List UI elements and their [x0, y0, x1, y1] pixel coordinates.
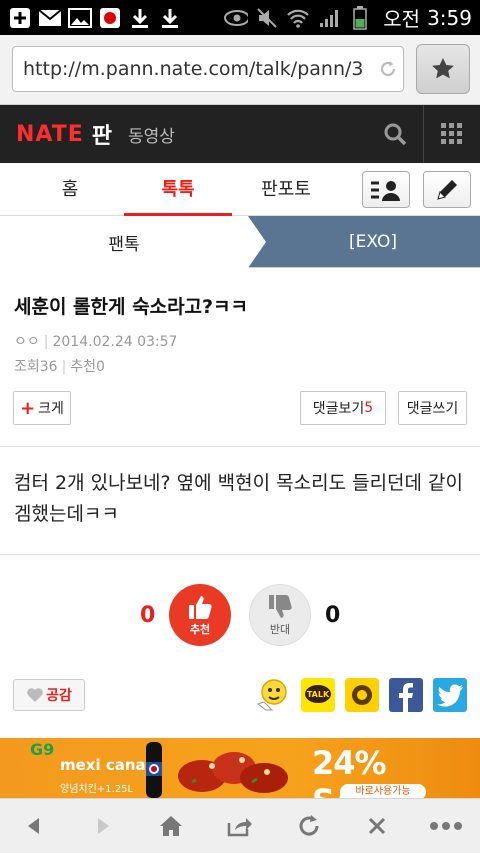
search-icon	[384, 123, 407, 146]
more-button[interactable]	[421, 804, 471, 849]
forward-button[interactable]	[78, 804, 128, 849]
browser-toolbar: http://m.pann.nate.com/talk/pann/3	[0, 35, 480, 105]
cola-bottle-image	[146, 742, 162, 798]
signal-icon	[317, 7, 341, 29]
post-body: 컴터 2개 있나보네? 옆에 백현이 목소리도 들리던데 같이 겜했는데ㅋㅋ	[14, 472, 464, 525]
nate-logo[interactable]: NATE	[16, 122, 84, 147]
pencil-icon	[437, 179, 457, 200]
status-bar: 오전 3:59	[0, 0, 480, 35]
forward-arrow-icon	[97, 818, 109, 834]
user-list-icon	[371, 180, 400, 201]
write-button[interactable]	[423, 171, 471, 208]
oppose-count: 0	[325, 603, 341, 628]
close-icon	[369, 817, 386, 835]
comment-count: 5	[364, 400, 374, 416]
post-date: 2014.02.24 03:57	[52, 334, 178, 350]
kakaotalk-icon[interactable]: TALK	[301, 678, 335, 712]
view-comments-button[interactable]: 댓글보기 5	[300, 391, 386, 425]
back-button[interactable]	[9, 804, 59, 849]
share-button[interactable]	[215, 804, 265, 849]
post-recommend: 추천0	[70, 359, 105, 375]
fried-chicken-image	[178, 752, 288, 793]
post-title: 세훈이 롤한게 숙소라고?ㅋㅋ	[14, 296, 249, 318]
recommend-button[interactable]: 추천	[169, 584, 231, 646]
star-icon	[432, 58, 454, 79]
empathy-button[interactable]: 공감	[13, 679, 85, 711]
post-meta: ㅇㅇ | 2014.02.24 03:57	[14, 334, 178, 350]
svg-text:TALK: TALK	[307, 690, 330, 699]
post-views: 조회36	[14, 359, 58, 375]
mail-icon	[38, 7, 62, 29]
tab-toktok[interactable]: 톡톡	[124, 163, 232, 216]
close-button[interactable]	[352, 804, 402, 849]
add-notification-icon	[8, 7, 32, 29]
write-comment-button[interactable]: 댓글쓰기	[398, 391, 467, 425]
heart-icon	[27, 688, 43, 702]
ad-subtitle: 양념치킨+1.25L	[60, 784, 134, 795]
clock-ampm: 오전	[383, 7, 421, 31]
video-link[interactable]: 동영상	[128, 122, 175, 147]
home-button[interactable]	[146, 804, 196, 849]
ad-banner[interactable]: G9 mexi cana 양념치킨+1.25L 24% SALE 바로사용가능	[0, 738, 480, 798]
grid-menu-icon	[441, 123, 462, 144]
nav-tabs: 홈 톡톡 판포토	[0, 163, 480, 216]
post-stats: 조회36 | 추천0	[14, 359, 105, 375]
my-page-button[interactable]	[362, 171, 410, 208]
battery-icon	[348, 5, 372, 30]
divider	[0, 554, 480, 555]
emoticon-icon[interactable]	[256, 678, 290, 712]
recommend-count: 0	[140, 603, 156, 628]
share-icon	[227, 818, 252, 837]
clock-time: 3:59	[427, 5, 472, 30]
tab-home[interactable]: 홈	[16, 163, 124, 216]
browser-bottom-toolbar	[0, 798, 480, 853]
facebook-icon[interactable]	[389, 678, 423, 712]
tab-panphoto[interactable]: 판포토	[232, 163, 340, 216]
pan-logo[interactable]: 판	[92, 118, 112, 150]
site-header: NATE 판 동영상	[0, 105, 480, 163]
home-icon	[160, 816, 183, 836]
breadcrumb-arrow	[248, 216, 266, 268]
zoom-button[interactable]: + 크게	[13, 391, 71, 425]
thumbs-up-icon	[189, 596, 212, 619]
category-breadcrumb: 팬톡 [EXO]	[0, 216, 480, 268]
url-field[interactable]: http://m.pann.nate.com/talk/pann/3	[12, 46, 404, 92]
reload-icon	[299, 815, 319, 836]
category-exo[interactable]: [EXO]	[266, 216, 480, 268]
oppose-button[interactable]: 반대	[249, 584, 311, 646]
twitter-icon[interactable]	[433, 678, 467, 712]
url-text[interactable]: http://m.pann.nate.com/talk/pann/3	[23, 58, 373, 80]
refresh-icon[interactable]	[373, 59, 403, 79]
bookmark-button[interactable]	[416, 44, 470, 94]
divider	[0, 446, 480, 447]
gallery-icon	[68, 7, 92, 29]
kakaostory-icon[interactable]	[345, 678, 379, 712]
more-dots-icon	[429, 822, 462, 830]
back-arrow-icon	[28, 818, 40, 834]
plus-icon: +	[20, 397, 36, 419]
download-icon	[158, 7, 182, 29]
mute-icon	[255, 7, 279, 29]
reload-button[interactable]	[284, 804, 334, 849]
thumbs-down-icon	[269, 595, 292, 618]
search-button[interactable]	[367, 105, 423, 163]
ad-cta: 바로사용가능	[340, 784, 426, 798]
ad-g9-logo: G9	[30, 740, 55, 759]
category-fantalk[interactable]: 팬톡	[0, 216, 248, 268]
wifi-icon	[286, 7, 310, 29]
app-notification-icon	[98, 7, 122, 29]
eye-icon	[224, 7, 249, 29]
post-author: ㅇㅇ	[14, 334, 40, 350]
download-icon	[128, 7, 152, 29]
ad-brand: mexi cana	[60, 756, 146, 774]
menu-button[interactable]	[424, 105, 480, 163]
